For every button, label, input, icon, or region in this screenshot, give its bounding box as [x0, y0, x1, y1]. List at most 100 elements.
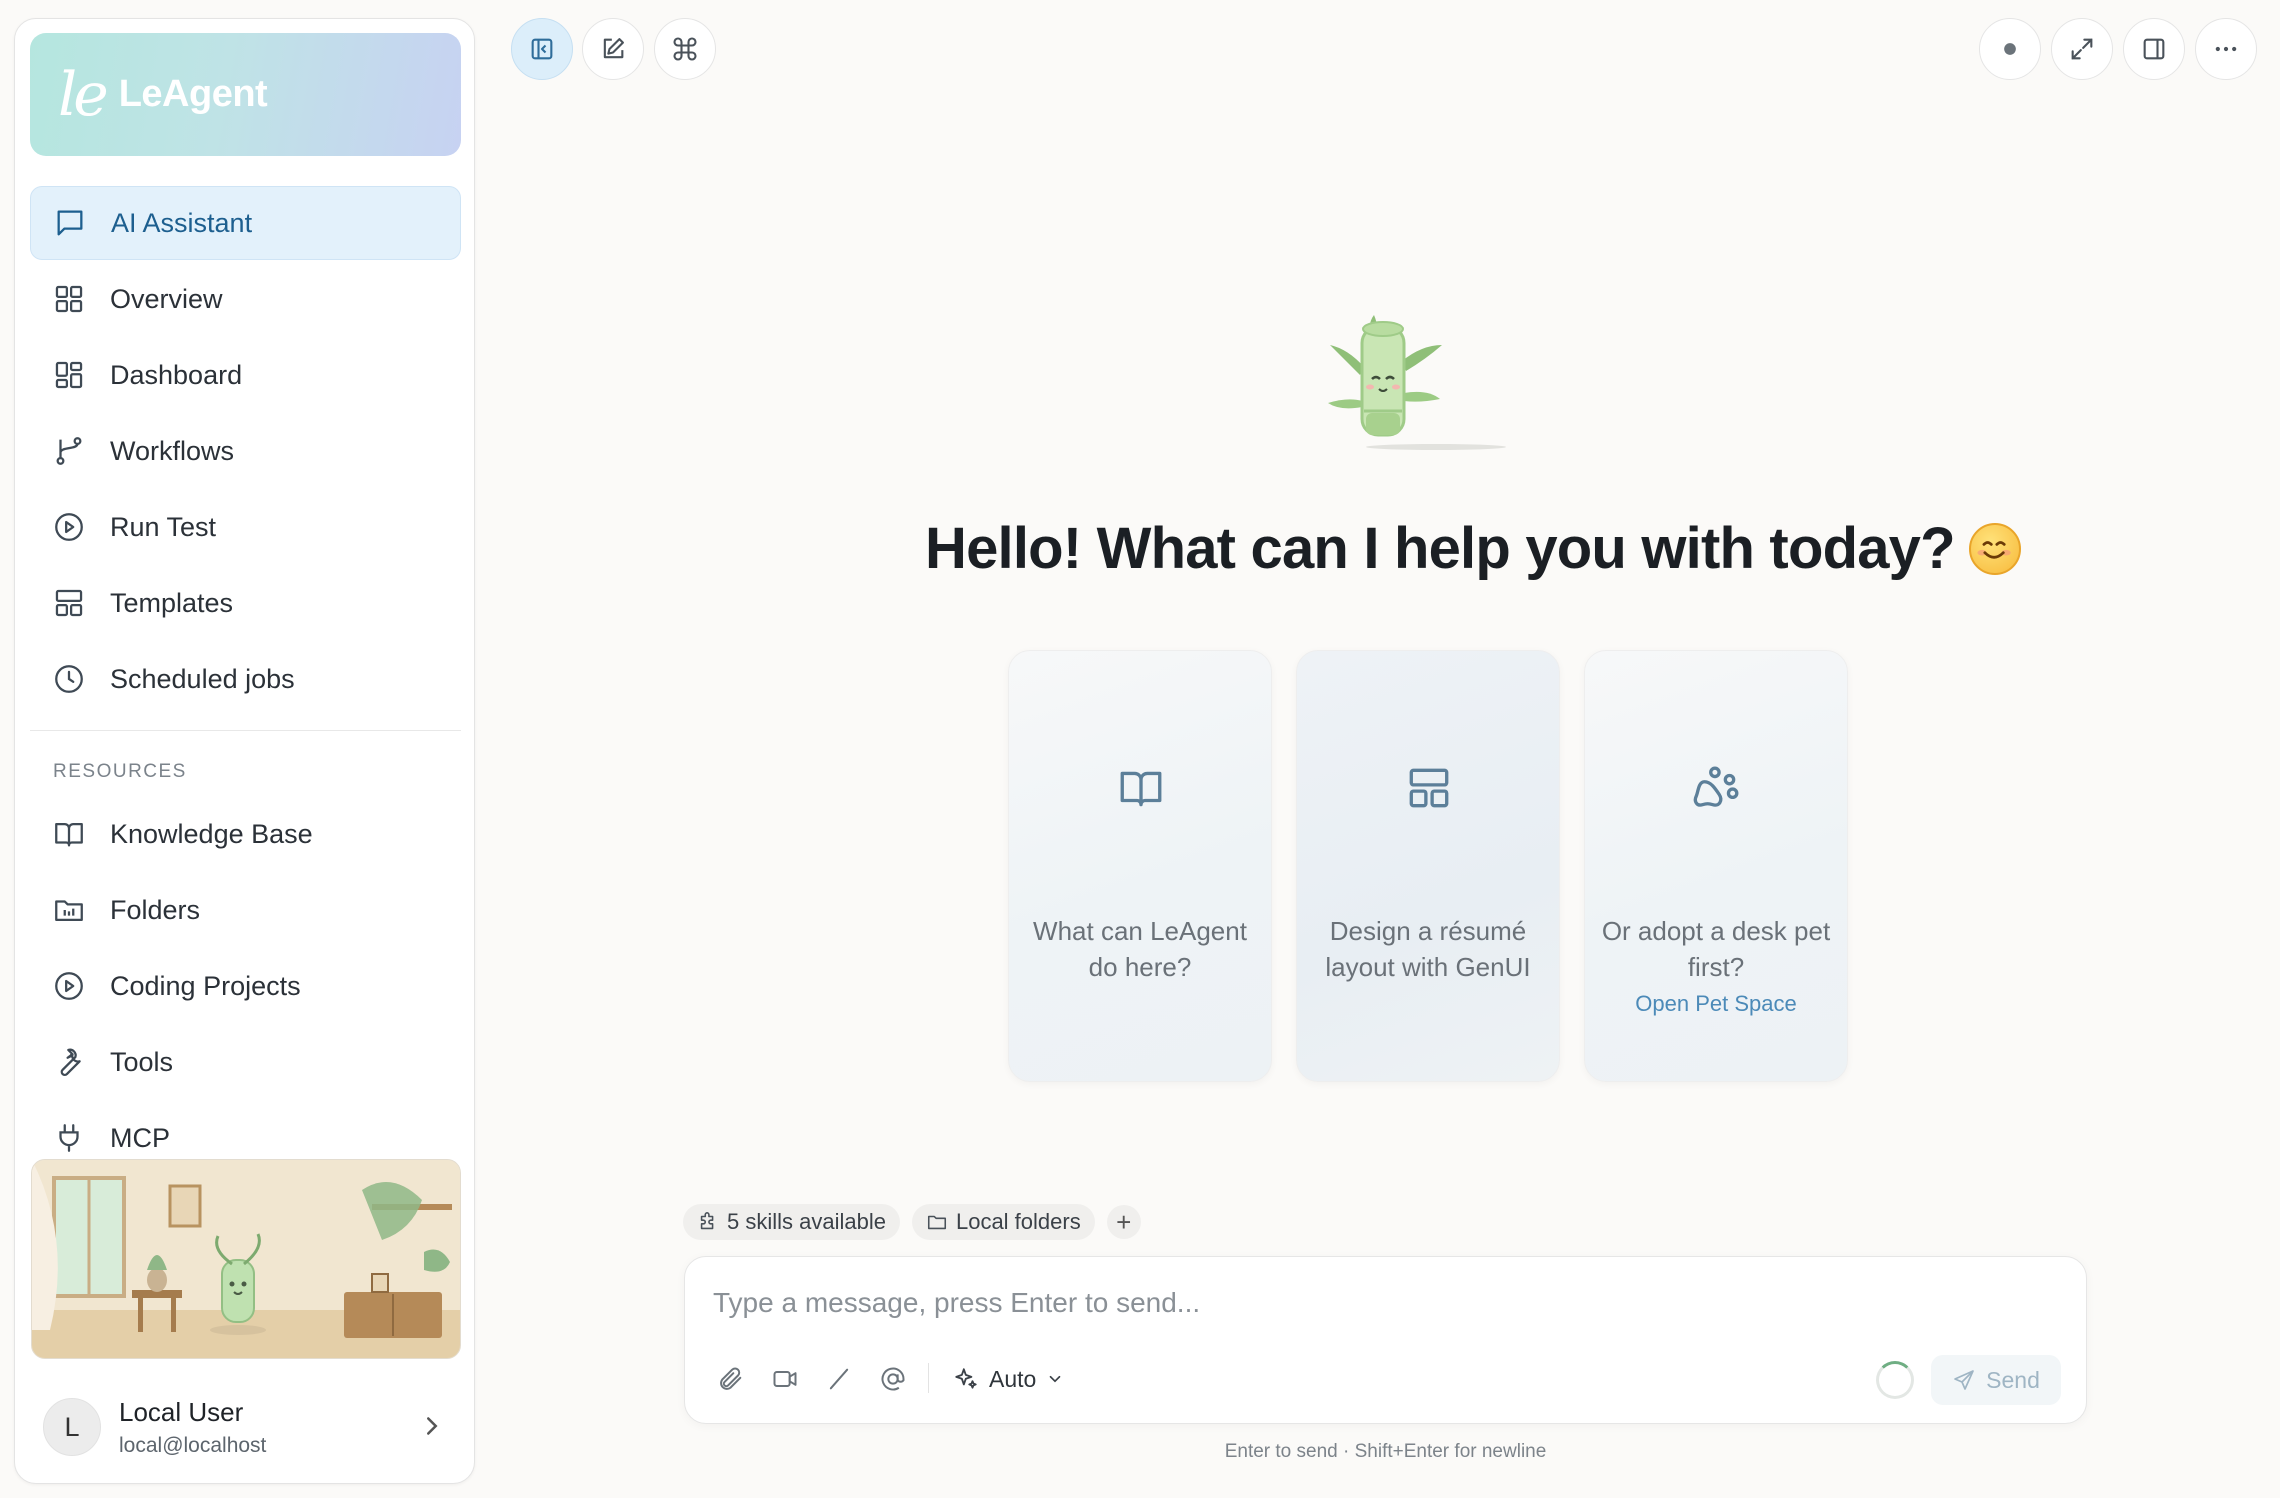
message-input[interactable]: [713, 1281, 2053, 1325]
book-open-icon: [1116, 763, 1166, 813]
keyboard-hint: Enter to send · Shift+Enter for newline: [1224, 1441, 1547, 1462]
sidebar-item-folders[interactable]: Folders: [30, 873, 461, 947]
sidebar-item-label: Run Test: [110, 511, 217, 542]
chevron-down-icon: [1050, 1375, 1061, 1383]
send-icon: [1954, 1370, 1974, 1390]
new-chat-button[interactable]: [582, 18, 644, 80]
brand-name: LeAgent: [118, 73, 268, 115]
sparkles-icon: [955, 1368, 977, 1389]
slash-command-icon[interactable]: [821, 1361, 857, 1397]
sidebar-item-label: Templates: [110, 587, 234, 618]
model-selector[interactable]: Auto: [953, 1357, 1064, 1401]
video-icon[interactable]: [767, 1361, 803, 1397]
suggestion-card-text: Or adopt a desk pet first?: [1601, 916, 1831, 982]
section-label-resources: RESOURCES: [53, 761, 187, 782]
sidebar-item-tools[interactable]: Tools: [30, 1025, 461, 1099]
composer-chips: 5 skills available Local folders +: [683, 1204, 1141, 1240]
status-button[interactable]: [1979, 18, 2041, 80]
sidebar-item-label: Knowledge Base: [110, 818, 313, 849]
smiley-emoji-icon: [1968, 522, 2021, 575]
folder-icon: [52, 893, 86, 927]
sidebar-nav: AI Assistant Overview Dashboard Workflow…: [30, 186, 461, 1177]
edit-icon: [599, 35, 627, 63]
message-composer: Auto Send: [684, 1256, 2087, 1424]
sidebar-collapse-icon: [528, 35, 556, 63]
sidebar-item-label: Overview: [110, 283, 223, 314]
open-pet-space-link[interactable]: Open Pet Space: [1585, 991, 1847, 1017]
sidebar-item-label: AI Assistant: [111, 207, 253, 238]
chevron-right-icon: [417, 1411, 447, 1441]
puzzle-icon: [700, 1212, 714, 1230]
user-name: Local User: [119, 1396, 244, 1427]
expand-icon: [2068, 35, 2096, 63]
book-icon: [52, 817, 86, 851]
sidebar-item-coding-projects[interactable]: Coding Projects: [30, 949, 461, 1023]
brand-mark: le: [58, 59, 109, 130]
sidebar-item-label: Scheduled jobs: [110, 663, 295, 694]
bamboo-mascot-icon: [1316, 315, 1506, 455]
sidebar-item-knowledge-base[interactable]: Knowledge Base: [30, 797, 461, 871]
branch-icon: [52, 434, 86, 468]
pet-room-illustration[interactable]: [31, 1159, 461, 1359]
dashboard-icon: [52, 358, 86, 392]
paw-icon: [1692, 763, 1742, 813]
user-profile-row[interactable]: L Local User local@localhost: [31, 1385, 461, 1469]
toggle-panel-button[interactable]: [2123, 18, 2185, 80]
add-context-button[interactable]: +: [1106, 1205, 1141, 1239]
sidebar-item-label: Dashboard: [110, 359, 243, 390]
user-info: Local User local@localhost: [119, 1397, 266, 1458]
sidebar-item-dashboard[interactable]: Dashboard: [30, 338, 461, 412]
sidebar-item-templates[interactable]: Templates: [30, 566, 461, 640]
sidebar-item-overview[interactable]: Overview: [30, 262, 461, 336]
play-circle-icon: [52, 510, 86, 544]
send-button[interactable]: Send: [1931, 1355, 2061, 1405]
expand-button[interactable]: [2051, 18, 2113, 80]
sidebar-item-label: Tools: [110, 1046, 174, 1077]
folder-icon: [927, 1215, 946, 1230]
layout-icon: [52, 586, 86, 620]
mention-icon[interactable]: [875, 1361, 911, 1397]
skills-chip[interactable]: 5 skills available: [683, 1204, 900, 1240]
sidebar-item-label: Workflows: [110, 435, 235, 466]
loading-spinner-icon: [1876, 1361, 1914, 1399]
toolbar-separator: [928, 1363, 929, 1393]
layout-icon: [1404, 763, 1454, 813]
sidebar-item-scheduled-jobs[interactable]: Scheduled jobs: [30, 642, 461, 716]
dot-icon: [1996, 35, 2024, 63]
sidebar-item-run-test[interactable]: Run Test: [30, 490, 461, 564]
avatar: L: [43, 1398, 101, 1456]
greeting-text: Hello! What can I help you with today?: [925, 516, 1956, 581]
sidebar-item-label: MCP: [110, 1122, 170, 1153]
chat-icon: [53, 206, 87, 240]
more-horizontal-icon: [2212, 35, 2240, 63]
command-palette-button[interactable]: [654, 18, 716, 80]
brand-logo[interactable]: le LeAgent: [30, 33, 461, 156]
toggle-sidebar-button[interactable]: [511, 18, 573, 80]
panel-right-icon: [2140, 35, 2168, 63]
model-selector-label: Auto: [989, 1365, 1037, 1392]
plug-icon: [52, 1121, 86, 1155]
sidebar-item-label: Coding Projects: [110, 970, 301, 1001]
greeting: Hello! What can I help you with today?: [925, 515, 2021, 582]
play-circle-icon: [52, 969, 86, 1003]
grid-icon: [52, 282, 86, 316]
suggestion-card-adopt-pet[interactable]: Or adopt a desk pet first? Open Pet Spac…: [1584, 650, 1848, 1082]
sidebar-item-ai-assistant[interactable]: AI Assistant: [30, 186, 461, 260]
local-folders-chip-label: Local folders: [955, 1209, 1081, 1234]
send-button-label: Send: [1986, 1366, 2040, 1393]
user-email: local@localhost: [119, 1433, 267, 1457]
command-icon: [671, 35, 699, 63]
attach-icon[interactable]: [713, 1361, 749, 1397]
skills-chip-label: 5 skills available: [727, 1209, 886, 1234]
more-options-button[interactable]: [2195, 18, 2257, 80]
sidebar-item-workflows[interactable]: Workflows: [30, 414, 461, 488]
sidebar: le LeAgent AI Assistant Overview Dashboa…: [14, 18, 475, 1484]
suggestion-card-text: Design a résumé layout with GenUI: [1325, 916, 1531, 982]
wrench-icon: [52, 1045, 86, 1079]
suggestion-card-what-can-leagent-do[interactable]: What can LeAgent do here?: [1008, 650, 1272, 1082]
clock-icon: [52, 662, 86, 696]
suggestion-card-text: What can LeAgent do here?: [1033, 916, 1247, 982]
suggestion-card-design-resume[interactable]: Design a résumé layout with GenUI: [1296, 650, 1560, 1082]
sidebar-item-label: Folders: [110, 894, 201, 925]
local-folders-chip[interactable]: Local folders: [911, 1204, 1095, 1240]
